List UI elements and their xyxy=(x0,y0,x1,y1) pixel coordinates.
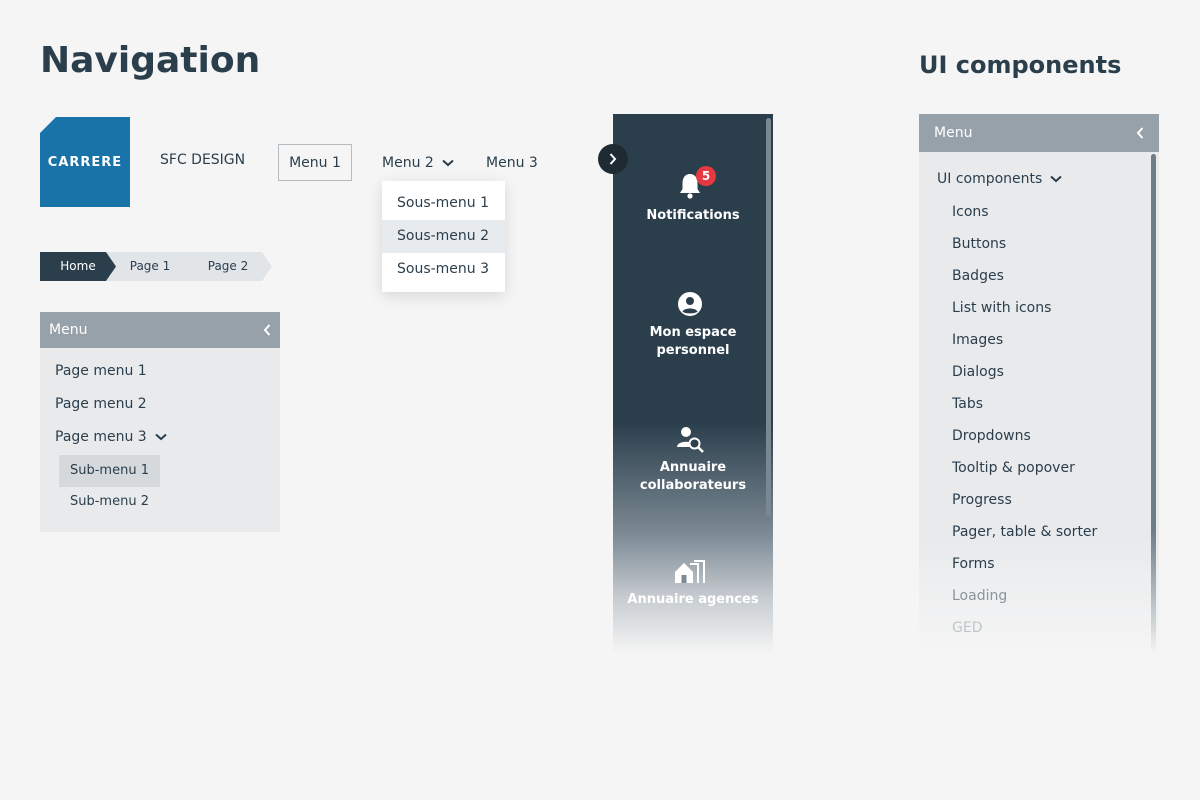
components-menu-header[interactable]: Menu xyxy=(919,114,1159,152)
topnav-menu-2[interactable]: Menu 2 xyxy=(382,144,454,181)
components-menu-item[interactable]: List with icons xyxy=(952,300,1051,316)
chevron-right-icon xyxy=(609,153,617,165)
sidebar-item-mon-espace[interactable]: Mon espace personnel xyxy=(613,284,766,374)
components-menu-item[interactable]: Progress xyxy=(952,492,1012,508)
sidebar-toggle-button[interactable] xyxy=(598,144,628,174)
page-title: Navigation xyxy=(40,40,261,81)
dropdown-item[interactable]: Sous-menu 2 xyxy=(382,220,505,253)
sidebar-item-label: Mon espace personnel xyxy=(649,325,737,358)
components-menu-item[interactable]: Images xyxy=(952,332,1003,348)
topnav-menu-3-label: Menu 3 xyxy=(486,154,538,171)
side-menu-item-expanded[interactable]: Page menu 3 xyxy=(55,429,167,445)
components-menu: Menu UI components Icons Buttons Badges … xyxy=(919,114,1159,654)
buildings-icon xyxy=(674,560,705,583)
sidebar-item-annuaire-collaborateurs[interactable]: Annuaire collaborateurs xyxy=(613,419,766,509)
breadcrumb-page-1[interactable]: Page 1 xyxy=(106,252,194,281)
components-menu-item[interactable]: Dialogs xyxy=(952,364,1004,380)
side-menu-item[interactable]: Page menu 1 xyxy=(55,363,147,379)
components-menu-item[interactable]: GED xyxy=(952,620,982,636)
components-menu-item[interactable]: Loading xyxy=(952,588,1007,604)
side-menu-item[interactable]: Page menu 2 xyxy=(55,396,147,412)
dropdown-item[interactable]: Sous-menu 3 xyxy=(382,253,505,286)
components-menu-item[interactable]: Tooltip & popover xyxy=(952,460,1075,476)
chevron-left-icon[interactable] xyxy=(1136,127,1144,139)
sidebar-item-label: Annuaire collaborateurs xyxy=(639,460,747,493)
chevron-down-icon xyxy=(1050,175,1062,183)
sidebar-scrollbar[interactable] xyxy=(766,118,771,516)
components-menu-item[interactable]: Tabs xyxy=(952,396,983,412)
side-menu-title: Menu xyxy=(49,322,88,338)
chevron-down-icon xyxy=(155,433,167,441)
chevron-left-icon[interactable] xyxy=(263,324,271,336)
dropdown-item[interactable]: Sous-menu 1 xyxy=(382,187,505,220)
sidebar-item-label: Notifications xyxy=(646,208,740,223)
topnav-menu-1-label: Menu 1 xyxy=(289,154,341,171)
side-menu-header[interactable]: Menu xyxy=(40,312,280,348)
components-menu-group[interactable]: UI components xyxy=(937,171,1062,187)
side-submenu-item[interactable]: Sub-menu 2 xyxy=(59,486,160,518)
breadcrumb-home[interactable]: Home xyxy=(40,252,116,281)
components-menu-item[interactable]: Badges xyxy=(952,268,1004,284)
chevron-down-icon xyxy=(442,159,454,166)
sidebar-item-label: Annuaire agences xyxy=(627,592,759,607)
icon-sidebar: 5 Notifications Mon espace personnel Ann… xyxy=(613,114,773,654)
components-menu-item[interactable]: Icons xyxy=(952,204,989,220)
components-menu-item[interactable]: Dropdowns xyxy=(952,428,1031,444)
logo-text: CARRERE xyxy=(47,154,123,170)
side-submenu-item[interactable]: Sub-menu 1 xyxy=(59,455,160,487)
sidebar-item-annuaire-agences[interactable]: Annuaire agences xyxy=(613,554,766,634)
side-menu: Menu Page menu 1 Page menu 2 Page menu 3… xyxy=(40,312,280,532)
notification-badge: 5 xyxy=(696,166,716,186)
components-menu-item[interactable]: Forms xyxy=(952,556,995,572)
user-circle-icon xyxy=(677,292,702,316)
dropdown-menu: Sous-menu 1 Sous-menu 2 Sous-menu 3 xyxy=(382,181,505,292)
topnav-menu-2-label: Menu 2 xyxy=(382,154,434,171)
components-menu-item[interactable]: Buttons xyxy=(952,236,1006,252)
user-search-icon xyxy=(676,427,704,453)
breadcrumb-page-2[interactable]: Page 2 xyxy=(184,252,272,281)
section-title: UI components xyxy=(919,51,1122,79)
side-menu-item-label: Page menu 3 xyxy=(55,429,147,445)
components-menu-group-label: UI components xyxy=(937,171,1043,187)
brand-link[interactable]: SFC DESIGN xyxy=(160,152,245,168)
components-menu-scrollbar[interactable] xyxy=(1151,154,1156,654)
topnav-menu-1[interactable]: Menu 1 xyxy=(278,144,352,181)
topnav-menu-3[interactable]: Menu 3 xyxy=(486,144,538,181)
components-menu-title: Menu xyxy=(934,125,973,141)
components-menu-item[interactable]: Pager, table & sorter xyxy=(952,524,1097,540)
sidebar-item-notifications[interactable]: 5 Notifications xyxy=(613,114,766,234)
carrere-logo[interactable]: CARRERE xyxy=(40,117,130,207)
